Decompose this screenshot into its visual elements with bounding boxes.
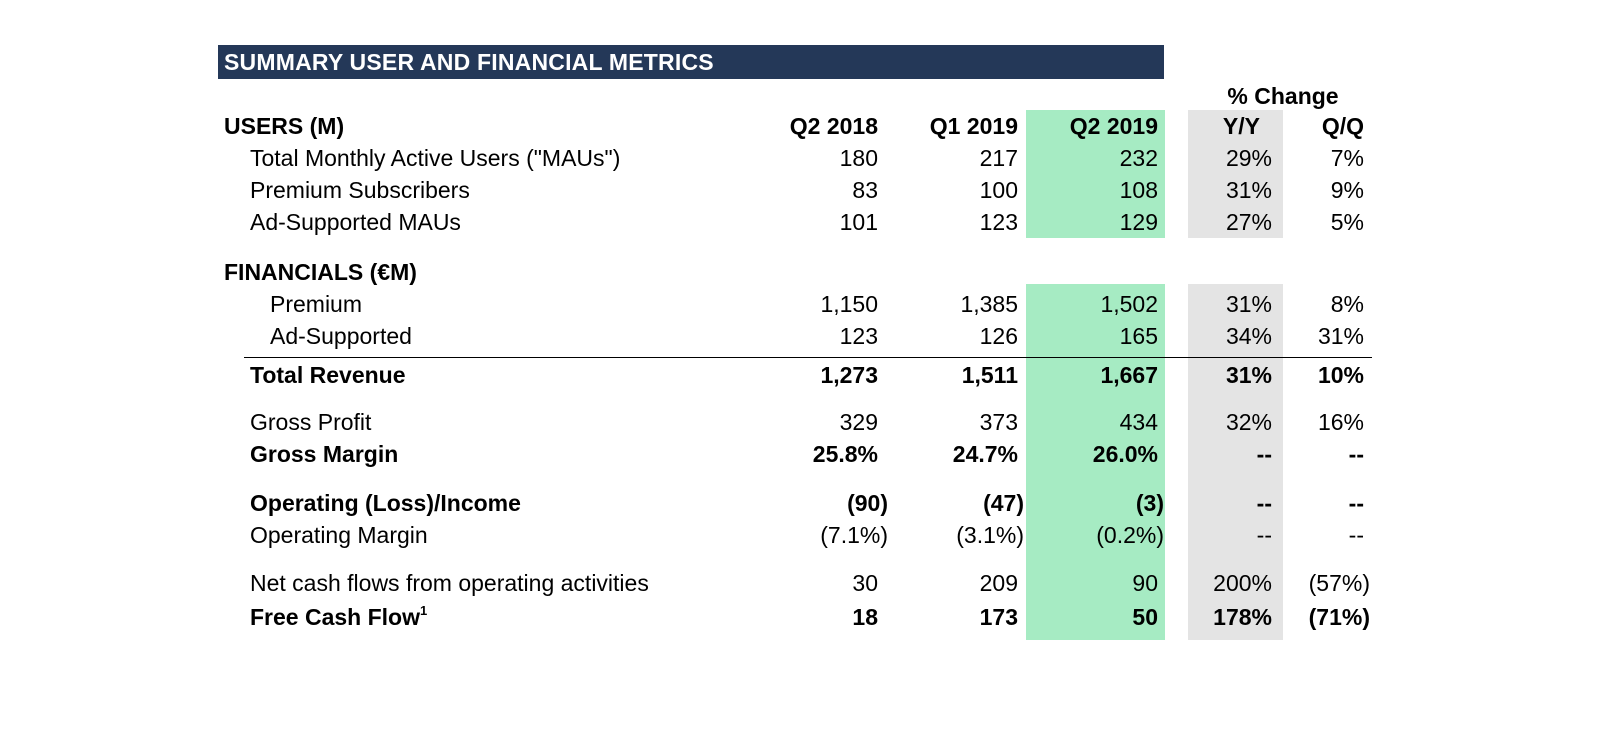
cell: 1,273 — [820, 362, 878, 388]
cell: 1,150 — [820, 291, 878, 317]
percent-change-header: % Change — [1227, 83, 1339, 109]
col-qq: Q/Q — [1321, 113, 1364, 139]
cell: 7% — [1330, 145, 1364, 171]
total-underline — [244, 357, 1372, 358]
cell: 9% — [1330, 177, 1364, 203]
row-label: Ad-Supported MAUs — [250, 209, 461, 235]
row-label: Total Monthly Active Users ("MAUs") — [250, 145, 621, 171]
cell: 8% — [1330, 291, 1364, 317]
cell: (7.1%) — [820, 522, 888, 548]
col-q1-2019: Q1 2019 — [929, 113, 1018, 139]
table-row: Total Monthly Active Users ("MAUs") 180 … — [0, 142, 1604, 174]
cell: 329 — [839, 409, 878, 435]
cell: 100 — [979, 177, 1018, 203]
cell: 126 — [979, 323, 1018, 349]
cell: 1,385 — [960, 291, 1018, 317]
table-row: Premium Subscribers 83 100 108 31% 9% — [0, 174, 1604, 206]
footnote-marker: 1 — [419, 603, 428, 619]
cell: 24.7% — [952, 441, 1018, 467]
cell: -- — [1348, 441, 1364, 467]
users-section-label: USERS (M) — [224, 113, 345, 139]
row-label: Gross Margin — [250, 441, 399, 467]
table-row: Net cash flows from operating activities… — [0, 567, 1604, 599]
row-label: Operating Margin — [250, 522, 428, 548]
cell: (57%) — [1308, 570, 1370, 596]
cell: (47) — [983, 490, 1024, 516]
cell: 123 — [839, 323, 878, 349]
cell: 1,511 — [961, 362, 1018, 388]
table-row: Free Cash Flow1 18 173 50 178% (71%) — [0, 601, 1604, 633]
fcf-label-text: Free Cash Flow — [250, 604, 420, 630]
row-label: Total Revenue — [250, 362, 406, 388]
cell: 101 — [839, 209, 878, 235]
cell: -- — [1348, 522, 1364, 548]
cell: 209 — [979, 570, 1018, 596]
cell: (71%) — [1308, 604, 1370, 630]
col-q2-2018: Q2 2018 — [789, 113, 878, 139]
financials-section-label: FINANCIALS (€M) — [224, 259, 417, 285]
cell: -- — [1348, 490, 1364, 516]
cell: 18 — [852, 604, 878, 630]
table-row: Operating (Loss)/Income (90) (47) (3) --… — [0, 487, 1604, 519]
table-title: SUMMARY USER AND FINANCIAL METRICS — [218, 45, 1164, 79]
cell: 123 — [979, 209, 1018, 235]
cell: (90) — [847, 490, 888, 516]
row-label: Net cash flows from operating activities — [250, 570, 649, 596]
cell: 217 — [979, 145, 1018, 171]
cell: 173 — [979, 604, 1018, 630]
table-row: Gross Margin 25.8% 24.7% 26.0% -- -- — [0, 438, 1604, 470]
row-label: Ad-Supported — [270, 323, 412, 349]
table-row: Total Revenue 1,273 1,511 1,667 31% 10% — [0, 359, 1604, 391]
cell: (3.1%) — [956, 522, 1024, 548]
row-label: Gross Profit — [250, 409, 372, 435]
cell: 16% — [1317, 409, 1364, 435]
financials-header-row: FINANCIALS (€M) — [0, 256, 1604, 288]
cell: 31% — [1317, 323, 1364, 349]
cell: 10% — [1317, 362, 1364, 388]
table-row: Ad-Supported MAUs 101 123 129 27% 5% — [0, 206, 1604, 238]
table-row: Premium 1,150 1,385 1,502 31% 8% — [0, 288, 1604, 320]
users-header-row: USERS (M) Q2 2018 Q1 2019 Q2 2019 Y/Y Q/… — [0, 110, 1604, 142]
row-label: Premium — [270, 291, 363, 317]
row-label: Operating (Loss)/Income — [250, 490, 521, 516]
table-row: Gross Profit 329 373 434 32% 16% — [0, 406, 1604, 438]
table-row: Operating Margin (7.1%) (3.1%) (0.2%) --… — [0, 519, 1604, 551]
row-label: Free Cash Flow1 — [250, 601, 427, 633]
cell: 180 — [839, 145, 878, 171]
cell: 5% — [1330, 209, 1364, 235]
cell: 25.8% — [812, 441, 878, 467]
cell: 83 — [852, 177, 878, 203]
table-row: Ad-Supported 123 126 165 34% 31% — [0, 320, 1604, 352]
cell: 30 — [852, 570, 878, 596]
row-label: Premium Subscribers — [250, 177, 470, 203]
cell: 373 — [979, 409, 1018, 435]
